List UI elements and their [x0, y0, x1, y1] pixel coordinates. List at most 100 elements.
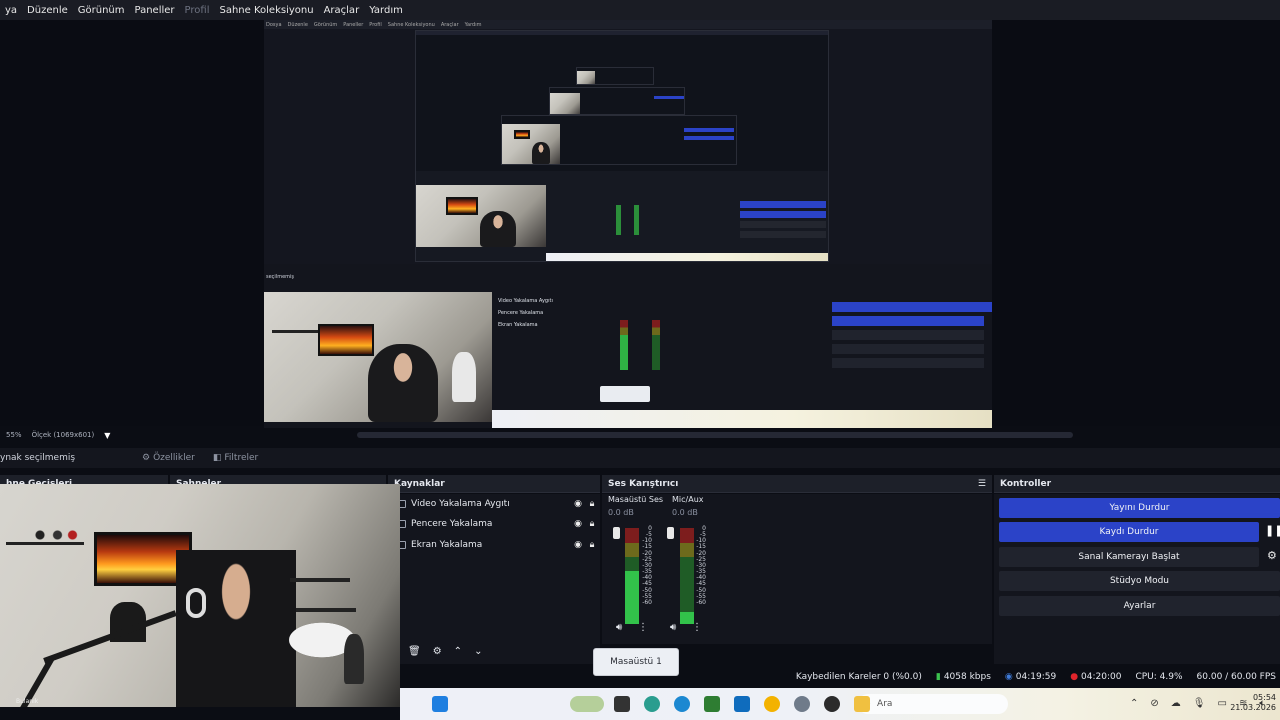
settings-button[interactable]: Ayarlar [999, 596, 1280, 616]
nested-control-button [740, 221, 826, 228]
windows-start-icon[interactable] [432, 696, 448, 712]
nested-person [368, 344, 438, 422]
meter-scale: 0 -5 -10 -15 -20 -25 -30 -35 -40 -45 -50 -55 -60 [640, 525, 652, 606]
menu-tools[interactable]: Araçlar [319, 5, 365, 16]
chevron-up-icon[interactable]: ⌃ [454, 646, 462, 657]
stop-stream-label: Yayını Durdur [1109, 503, 1170, 513]
dock-title: Kaynaklar [394, 478, 445, 489]
menu-docks[interactable]: Paneller [130, 5, 180, 16]
signal-icon: ▮ [935, 672, 941, 682]
nested-meter [616, 205, 621, 235]
nested-menu-item: Dosya [266, 21, 282, 28]
zoom-level[interactable]: 55% [6, 431, 22, 439]
virtual-camera-label: Sanal Kamerayı Başlat [1078, 552, 1180, 562]
menu-help[interactable]: Yardım [364, 5, 408, 16]
stream-time: 04:19:59 [1015, 672, 1057, 682]
stop-recording-button[interactable]: Kaydı Durdur [999, 522, 1259, 542]
eye-icon[interactable]: ◉ [571, 519, 585, 529]
stop-recording-label: Kaydı Durdur [1099, 527, 1159, 537]
taskbar-search[interactable]: ⌕ Ara [858, 694, 1008, 714]
obs-icon[interactable] [824, 696, 840, 712]
cloud-icon[interactable]: ☁ [1171, 698, 1181, 709]
shelf-right [290, 578, 350, 582]
opera-icon[interactable] [764, 696, 780, 712]
filter-icon: ◧ [212, 453, 222, 463]
properties-button[interactable]: ⚙ Özellikler [136, 451, 201, 465]
nested-person [532, 142, 550, 164]
clock[interactable]: 05:54 21.03.2026 [1230, 693, 1276, 713]
source-item[interactable]: Ekran Yakalama ◉ 🔒︎ [394, 535, 599, 555]
speaker-icon[interactable]: 🔊︎ [616, 622, 622, 633]
eye-icon[interactable]: ◉ [571, 499, 585, 509]
filters-button[interactable]: ◧ Filtreler [207, 451, 264, 465]
level-meter [625, 528, 639, 624]
nested-control-button [832, 316, 984, 326]
nested-control-button [740, 211, 826, 218]
scale-label[interactable]: Ölçek (1069x601) [32, 431, 95, 439]
channel-db: 0.0 dB [672, 508, 698, 517]
nested-menu-strip: Dosya Düzenle Görünüm Paneller Profil Sa… [264, 20, 992, 29]
nested-fireplace [318, 324, 374, 356]
network-off-icon[interactable]: ⊘ [1150, 698, 1158, 709]
start-virtual-camera-button[interactable]: Sanal Kamerayı Başlat [999, 547, 1259, 567]
lock-icon[interactable]: 🔒︎ [585, 499, 599, 509]
nested-fireplace [514, 130, 530, 139]
nested-capture-level-2 [415, 30, 829, 262]
gear-icon[interactable]: ⚙ [1267, 549, 1277, 562]
mic-icon[interactable]: 🎙︎ [1193, 698, 1206, 709]
menu-scene-collection[interactable]: Sahne Koleksiyonu [214, 5, 318, 16]
nested-webcam-level-1 [264, 292, 492, 422]
volume-slider[interactable] [613, 527, 620, 539]
search-label: Ara [877, 699, 893, 709]
nested-webcam [550, 93, 580, 114]
chevron-down-icon[interactable]: ⌄ [474, 646, 482, 657]
file-explorer-icon[interactable] [854, 696, 870, 712]
meter-scale: 0 -5 -10 -15 -20 -25 -30 -35 -40 -45 -50 -55 -60 [694, 525, 706, 606]
nested-capture-level-4 [549, 87, 685, 115]
nested-control-button [654, 96, 684, 99]
channel-db: 0.0 dB [608, 508, 634, 517]
nested-menu-item: Yardım [464, 21, 482, 28]
dock-menu-icon[interactable]: ☰ [978, 479, 986, 489]
chevron-up-icon[interactable]: ⌃ [1130, 698, 1138, 709]
preview-area[interactable]: Dosya Düzenle Görünüm Paneller Profil Sa… [0, 20, 1280, 428]
chevron-down-icon[interactable]: ▼ [104, 431, 110, 440]
menu-file[interactable]: ya [0, 5, 22, 16]
dock-title: Kontroller [1000, 478, 1052, 489]
eye-icon[interactable]: ◉ [571, 540, 585, 550]
menu-view[interactable]: Görünüm [73, 5, 130, 16]
stream-time-group: ◉ 04:19:59 [1005, 672, 1056, 682]
nested-taskbar [492, 410, 992, 428]
pause-icon[interactable]: ❚❚ [1265, 524, 1280, 537]
person [176, 550, 296, 707]
menu-edit[interactable]: Düzenle [22, 5, 73, 16]
search-highlight-icon[interactable] [570, 696, 604, 712]
properties-label: Özellikler [153, 453, 195, 463]
lock-icon[interactable]: 🔒︎ [585, 519, 599, 529]
channel-menu-icon[interactable]: ⋮ [638, 622, 648, 633]
edge-icon[interactable] [644, 696, 660, 712]
gear-icon[interactable]: ⚙ [433, 646, 442, 657]
store-icon[interactable] [704, 696, 720, 712]
settings-icon[interactable] [794, 696, 810, 712]
meter-scale-tick: -60 [696, 598, 706, 606]
menu-profile[interactable]: Profil [180, 5, 215, 16]
display-icon[interactable]: ▭ [1217, 698, 1226, 709]
source-item[interactable]: Pencere Yakalama ◉ 🔒︎ [394, 514, 599, 534]
outlook-icon[interactable] [734, 696, 750, 712]
studio-mode-button[interactable]: Stüdyo Modu [999, 571, 1280, 591]
trash-icon[interactable]: 🗑︎ [408, 646, 421, 657]
preview-scrollbar[interactable] [357, 432, 1073, 438]
channel-menu-icon[interactable]: ⋮ [692, 622, 702, 633]
lock-icon[interactable]: 🔒︎ [585, 540, 599, 550]
nested-control-button [740, 231, 826, 238]
stop-stream-button[interactable]: Yayını Durdur [999, 498, 1280, 518]
speaker-icon[interactable]: 🔊︎ [670, 622, 676, 633]
task-view-icon[interactable] [614, 696, 630, 712]
nested-fireplace [446, 197, 478, 215]
source-item[interactable]: Video Yakalama Aygıtı ◉ 🔒︎ [394, 494, 599, 514]
volume-slider[interactable] [667, 527, 674, 539]
nested-menu-item: Paneller [343, 21, 364, 28]
nested-meter [652, 320, 660, 370]
edge-browser-icon[interactable] [674, 696, 690, 712]
